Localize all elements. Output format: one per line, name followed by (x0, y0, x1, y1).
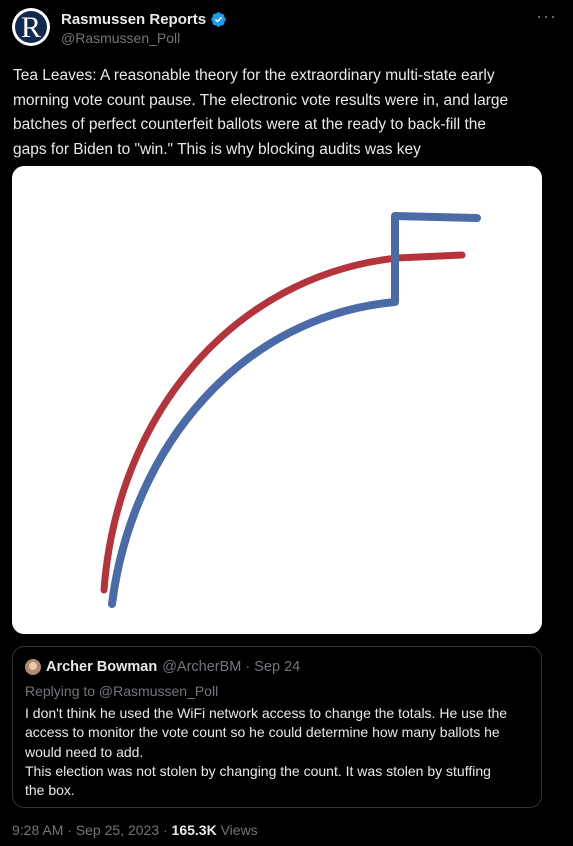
author-name-row: Rasmussen Reports (61, 9, 227, 29)
blue-curve (108, 212, 481, 608)
author-avatar-logo: R (15, 11, 47, 44)
quoted-replying-to: Replying to @Rasmussen_Poll (25, 683, 219, 699)
red-curve (100, 251, 466, 594)
views-count: 165.3K (171, 822, 217, 838)
quoted-tweet[interactable]: Archer Bowman @ArcherBM · Sep 24 Replyin… (12, 646, 542, 808)
quoted-author-name: Archer Bowman (46, 659, 158, 675)
quoted-tweet-text: I don't think he used the WiFi network a… (25, 705, 508, 799)
author-avatar[interactable]: R (12, 8, 50, 46)
author-display-name[interactable]: Rasmussen Reports (61, 11, 206, 28)
tweet-timestamp[interactable]: 9:28 AM · Sep 25, 2023 · (12, 822, 172, 838)
quoted-author-avatar (25, 659, 41, 675)
more-options-icon[interactable]: ··· (536, 6, 557, 27)
tweet-header: R Rasmussen Reports @Rasmussen_Poll ··· (12, 6, 561, 48)
tweet-media-image[interactable] (12, 166, 542, 634)
quoted-tweet-header: Archer Bowman @ArcherBM · Sep 24 (25, 657, 300, 677)
tweet-text: Tea Leaves: A reasonable theory for the … (13, 67, 509, 158)
author-handle[interactable]: @Rasmussen_Poll (61, 30, 180, 46)
quoted-author-meta: @ArcherBM · Sep 24 (162, 659, 301, 675)
verified-badge-icon (211, 11, 226, 27)
views-label: Views (216, 822, 258, 838)
curve-chart (100, 212, 481, 608)
tweet-footer: 9:28 AM · Sep 25, 2023 · 165.3K Views (12, 822, 258, 838)
